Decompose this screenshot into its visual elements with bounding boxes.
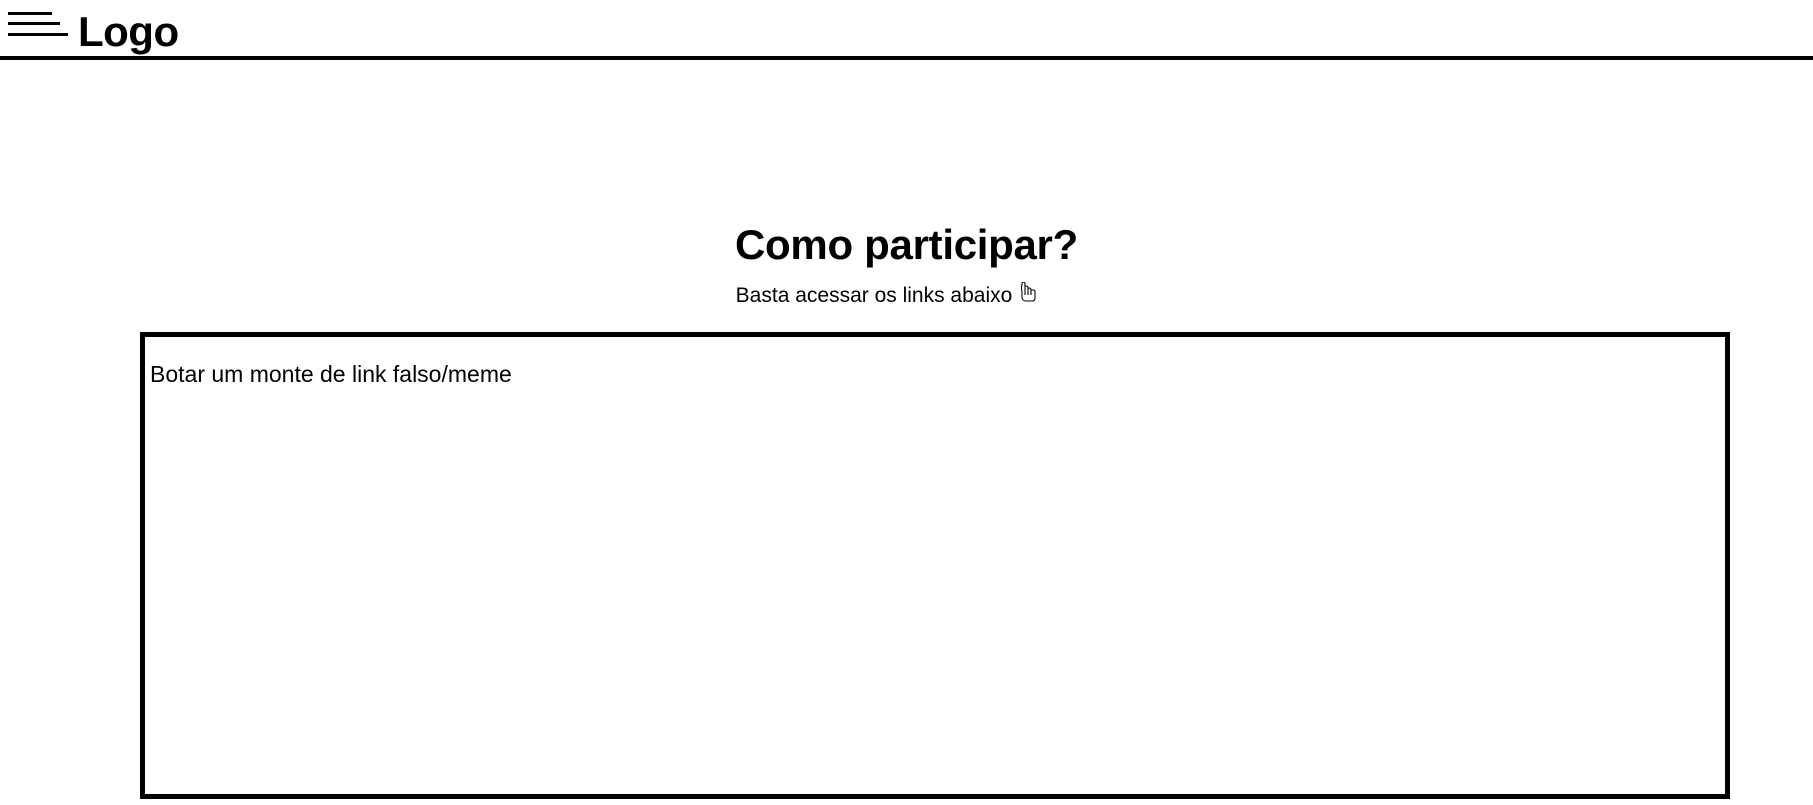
pointing-down-hand-icon [1018,281,1038,312]
page-title: Como participar? [735,221,1078,268]
links-placeholder-text: Botar um monte de link falso/meme [150,361,512,387]
logo[interactable]: Logo [78,4,179,60]
hamburger-menu-icon[interactable] [8,12,68,40]
subtitle: Basta acessar os links abaixo [0,281,1774,312]
subtitle-text: Basta acessar os links abaixo [735,284,1013,307]
menu-bar-bottom [8,33,68,36]
menu-bar-middle [8,22,60,25]
header: Logo [0,0,1813,60]
menu-bar-top [8,12,52,15]
links-box: Botar um monte de link falso/meme [140,332,1730,799]
